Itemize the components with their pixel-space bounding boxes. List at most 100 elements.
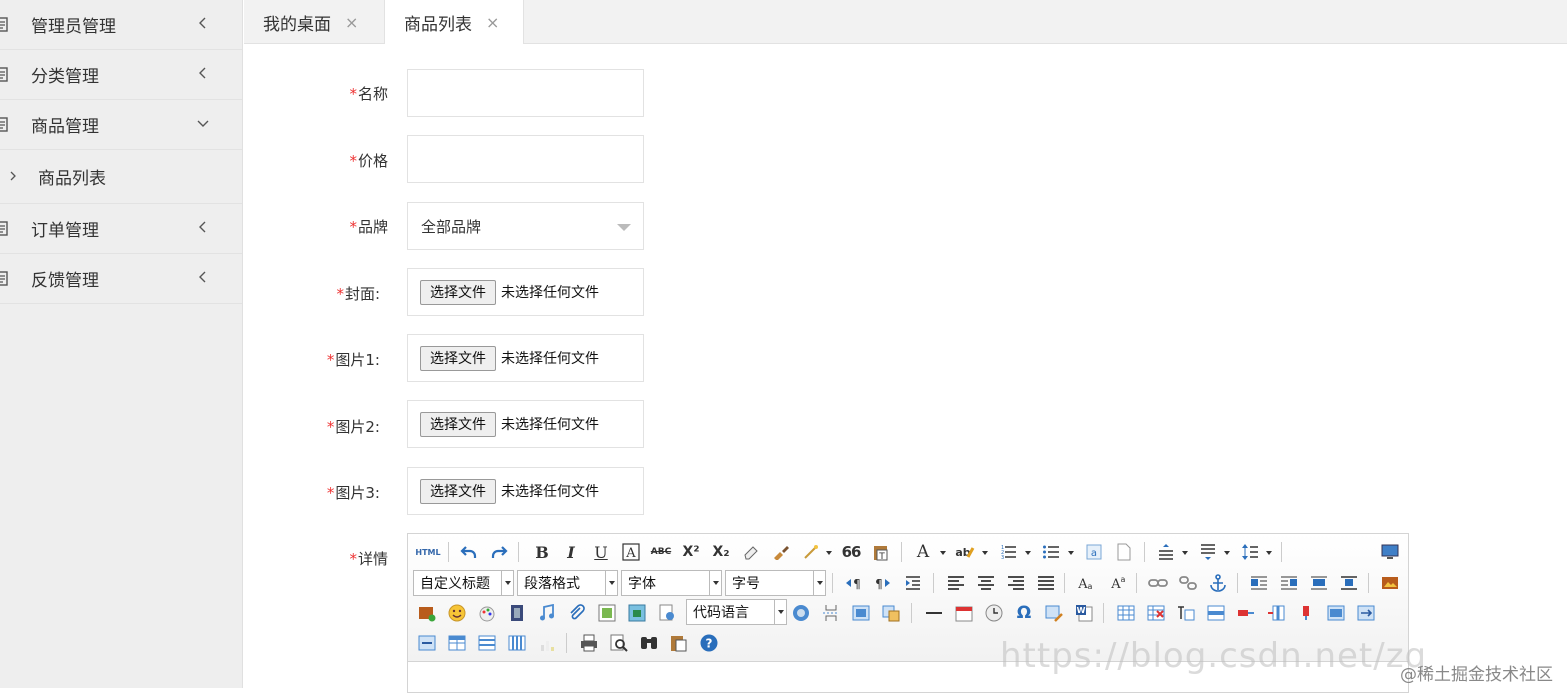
template-icon[interactable] — [657, 603, 677, 623]
underline-button[interactable]: U — [591, 542, 611, 562]
italic-button[interactable]: I — [561, 542, 581, 562]
font-color-button[interactable]: A — [913, 542, 933, 562]
choose-file-button[interactable]: 选择文件 — [420, 279, 496, 305]
split-to-cells-icon[interactable] — [447, 633, 467, 653]
snapscreen-icon[interactable] — [881, 603, 901, 623]
font-size-select[interactable]: 字号 — [725, 570, 826, 596]
insert-column-icon[interactable] — [1266, 603, 1286, 623]
image-center-icon[interactable] — [1339, 573, 1359, 593]
row-spacing-bottom-icon[interactable] — [1198, 542, 1218, 562]
blockquote-button[interactable]: 66 — [841, 542, 862, 562]
insert-frame-icon[interactable] — [597, 603, 617, 623]
drafts-icon[interactable] — [669, 633, 689, 653]
special-char-button[interactable]: Ω — [1014, 603, 1034, 623]
unlink-icon[interactable] — [1178, 573, 1198, 593]
delete-column-icon[interactable] — [1296, 603, 1316, 623]
font-border-icon[interactable]: A — [621, 542, 641, 562]
line-height-icon[interactable] — [1240, 542, 1260, 562]
undo-icon[interactable] — [459, 542, 479, 562]
choose-file-button[interactable]: 选择文件 — [420, 478, 496, 504]
highlight-icon[interactable]: ab — [955, 542, 975, 562]
bold-button[interactable]: B — [532, 542, 552, 562]
eraser-icon[interactable] — [741, 542, 761, 562]
split-to-rows-icon[interactable] — [477, 633, 497, 653]
attachment-icon[interactable] — [567, 603, 587, 623]
insert-paragraph-before-table-icon[interactable] — [1176, 603, 1196, 623]
anchor-icon[interactable] — [1208, 573, 1228, 593]
emotion-icon[interactable] — [447, 603, 467, 623]
insert-table-icon[interactable] — [1116, 603, 1136, 623]
link-icon[interactable] — [1148, 573, 1168, 593]
image-none-icon[interactable] — [1309, 573, 1329, 593]
superscript-button[interactable]: X² — [681, 542, 701, 562]
redo-icon[interactable] — [489, 542, 509, 562]
music-icon[interactable] — [537, 603, 557, 623]
paste-a-icon[interactable]: a — [1084, 542, 1104, 562]
align-justify-icon[interactable] — [1036, 573, 1056, 593]
font-family-select[interactable]: 字体 — [621, 570, 722, 596]
paragraph-format-select[interactable]: 段落格式 — [517, 570, 618, 596]
custom-title-select[interactable]: 自定义标题 — [413, 570, 514, 596]
image-right-icon[interactable] — [1279, 573, 1299, 593]
word-icon[interactable]: W — [1074, 603, 1094, 623]
align-right-icon[interactable] — [1006, 573, 1026, 593]
web-app-icon[interactable] — [791, 603, 811, 623]
image-left-icon[interactable] — [1249, 573, 1269, 593]
page-break-icon[interactable] — [821, 603, 841, 623]
insert-row-icon[interactable] — [1206, 603, 1226, 623]
scrawl-icon[interactable] — [477, 603, 497, 623]
tab-goods-list[interactable]: 商品列表 × — [384, 0, 524, 44]
tab-desktop[interactable]: 我的桌面 × — [244, 0, 384, 44]
sidebar-item-orders[interactable]: 订单管理 — [0, 204, 242, 254]
ltr-icon[interactable]: ¶ — [843, 573, 863, 593]
html-source-button[interactable]: HTML — [415, 542, 441, 562]
paste-plain-icon[interactable]: T — [871, 542, 891, 562]
merge-down-icon[interactable] — [417, 633, 437, 653]
image-icon[interactable] — [1380, 573, 1400, 593]
row-spacing-top-icon[interactable] — [1156, 542, 1176, 562]
sidebar-item-admin[interactable]: 管理员管理 — [0, 0, 242, 50]
date-icon[interactable] — [954, 603, 974, 623]
sidebar-item-feedback[interactable]: 反馈管理 — [0, 254, 242, 304]
horizontal-rule-icon[interactable] — [924, 603, 944, 623]
delete-table-icon[interactable] — [1146, 603, 1166, 623]
code-language-select[interactable]: 代码语言 — [686, 599, 787, 625]
rtl-icon[interactable]: ¶ — [873, 573, 893, 593]
strikethrough-button[interactable]: ABC — [651, 542, 671, 562]
fullscreen-icon[interactable] — [1380, 542, 1400, 562]
ordered-list-icon[interactable]: 123 — [998, 542, 1018, 562]
lowercase-icon[interactable]: Aa — [1108, 573, 1128, 593]
merge-cells-icon[interactable] — [1326, 603, 1346, 623]
close-icon[interactable]: × — [486, 13, 499, 32]
page-icon[interactable] — [1114, 542, 1134, 562]
split-to-cols-icon[interactable] — [507, 633, 527, 653]
sidebar-item-goods[interactable]: 商品管理 — [0, 100, 242, 150]
word-image-icon[interactable] — [1044, 603, 1064, 623]
align-left-icon[interactable] — [946, 573, 966, 593]
format-brush-icon[interactable] — [771, 542, 791, 562]
choose-file-button[interactable]: 选择文件 — [420, 411, 496, 437]
align-center-icon[interactable] — [976, 573, 996, 593]
charts-icon[interactable] — [537, 633, 557, 653]
sidebar-subitem-goods-list[interactable]: 商品列表 — [0, 150, 242, 204]
uppercase-icon[interactable]: Aa — [1075, 573, 1095, 593]
merge-right-icon[interactable] — [1356, 603, 1376, 623]
background-icon[interactable] — [851, 603, 871, 623]
close-icon[interactable]: × — [345, 13, 358, 32]
price-input[interactable] — [407, 135, 644, 183]
sidebar-item-category[interactable]: 分类管理 — [0, 50, 242, 100]
name-input[interactable] — [407, 69, 644, 117]
delete-row-icon[interactable] — [1236, 603, 1256, 623]
search-replace-icon[interactable] — [639, 633, 659, 653]
choose-file-button[interactable]: 选择文件 — [420, 345, 496, 371]
preview-icon[interactable] — [609, 633, 629, 653]
time-icon[interactable] — [984, 603, 1004, 623]
auto-format-icon[interactable] — [801, 542, 821, 562]
multi-image-icon[interactable] — [417, 603, 437, 623]
video-icon[interactable] — [507, 603, 527, 623]
indent-icon[interactable] — [903, 573, 923, 593]
subscript-button[interactable]: X₂ — [711, 542, 731, 562]
unordered-list-icon[interactable] — [1041, 542, 1061, 562]
gmap-icon[interactable] — [627, 603, 647, 623]
print-icon[interactable] — [579, 633, 599, 653]
